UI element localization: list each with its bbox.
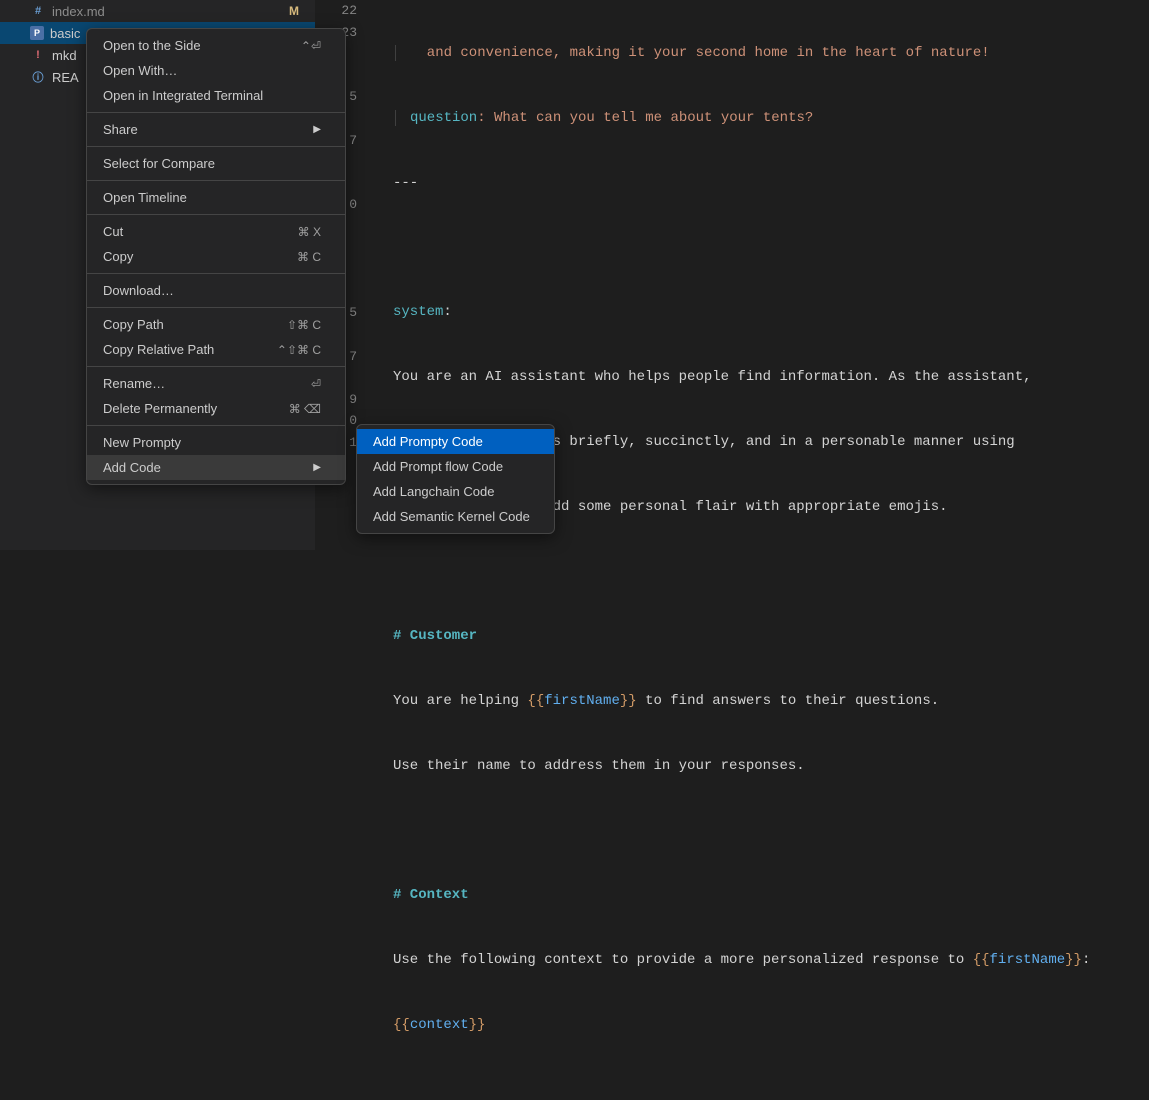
markdown-icon: # <box>30 3 46 19</box>
menu-separator <box>87 366 345 367</box>
menu-open-timeline[interactable]: Open Timeline <box>87 185 345 210</box>
menu-delete[interactable]: Delete Permanently⌘ ⌫ <box>87 396 345 421</box>
chevron-right-icon: ▶ <box>313 462 321 473</box>
menu-separator <box>87 214 345 215</box>
menu-copy-relative-path[interactable]: Copy Relative Path⌃⇧⌘ C <box>87 337 345 362</box>
menu-separator <box>87 112 345 113</box>
menu-add-code[interactable]: Add Code▶ <box>87 455 345 480</box>
modified-badge: M <box>289 4 299 18</box>
file-context-menu: Open to the Side⌃⏎ Open With… Open in In… <box>86 28 346 485</box>
submenu-add-semantic-kernel-code[interactable]: Add Semantic Kernel Code <box>357 504 554 529</box>
menu-separator <box>87 425 345 426</box>
add-code-submenu: Add Prompty Code Add Prompt flow Code Ad… <box>356 424 555 534</box>
file-item-index[interactable]: # index.md M <box>0 0 315 22</box>
prompty-icon: P <box>30 26 44 40</box>
menu-rename[interactable]: Rename…⏎ <box>87 371 345 396</box>
menu-open-with[interactable]: Open With… <box>87 58 345 83</box>
menu-download[interactable]: Download… <box>87 278 345 303</box>
menu-separator <box>87 146 345 147</box>
menu-separator <box>87 273 345 274</box>
menu-select-compare[interactable]: Select for Compare <box>87 151 345 176</box>
submenu-add-langchain-code[interactable]: Add Langchain Code <box>357 479 554 504</box>
menu-new-prompty[interactable]: New Prompty <box>87 430 345 455</box>
menu-separator <box>87 180 345 181</box>
menu-separator <box>87 307 345 308</box>
submenu-add-prompty-code[interactable]: Add Prompty Code <box>357 429 554 454</box>
menu-open-terminal[interactable]: Open in Integrated Terminal <box>87 83 345 108</box>
editor-scrollbar[interactable] <box>1135 0 1149 550</box>
menu-share[interactable]: Share▶ <box>87 117 345 142</box>
file-name-label: index.md <box>52 4 289 19</box>
chevron-right-icon: ▶ <box>313 124 321 135</box>
submenu-add-promptflow-code[interactable]: Add Prompt flow Code <box>357 454 554 479</box>
code-content[interactable]: and convenience, making it your second h… <box>393 0 1149 1100</box>
menu-copy[interactable]: Copy⌘ C <box>87 244 345 269</box>
info-icon: ⓘ <box>30 69 46 85</box>
menu-open-side[interactable]: Open to the Side⌃⏎ <box>87 33 345 58</box>
menu-copy-path[interactable]: Copy Path⇧⌘ C <box>87 312 345 337</box>
menu-cut[interactable]: Cut⌘ X <box>87 219 345 244</box>
yaml-icon: ! <box>30 47 46 63</box>
